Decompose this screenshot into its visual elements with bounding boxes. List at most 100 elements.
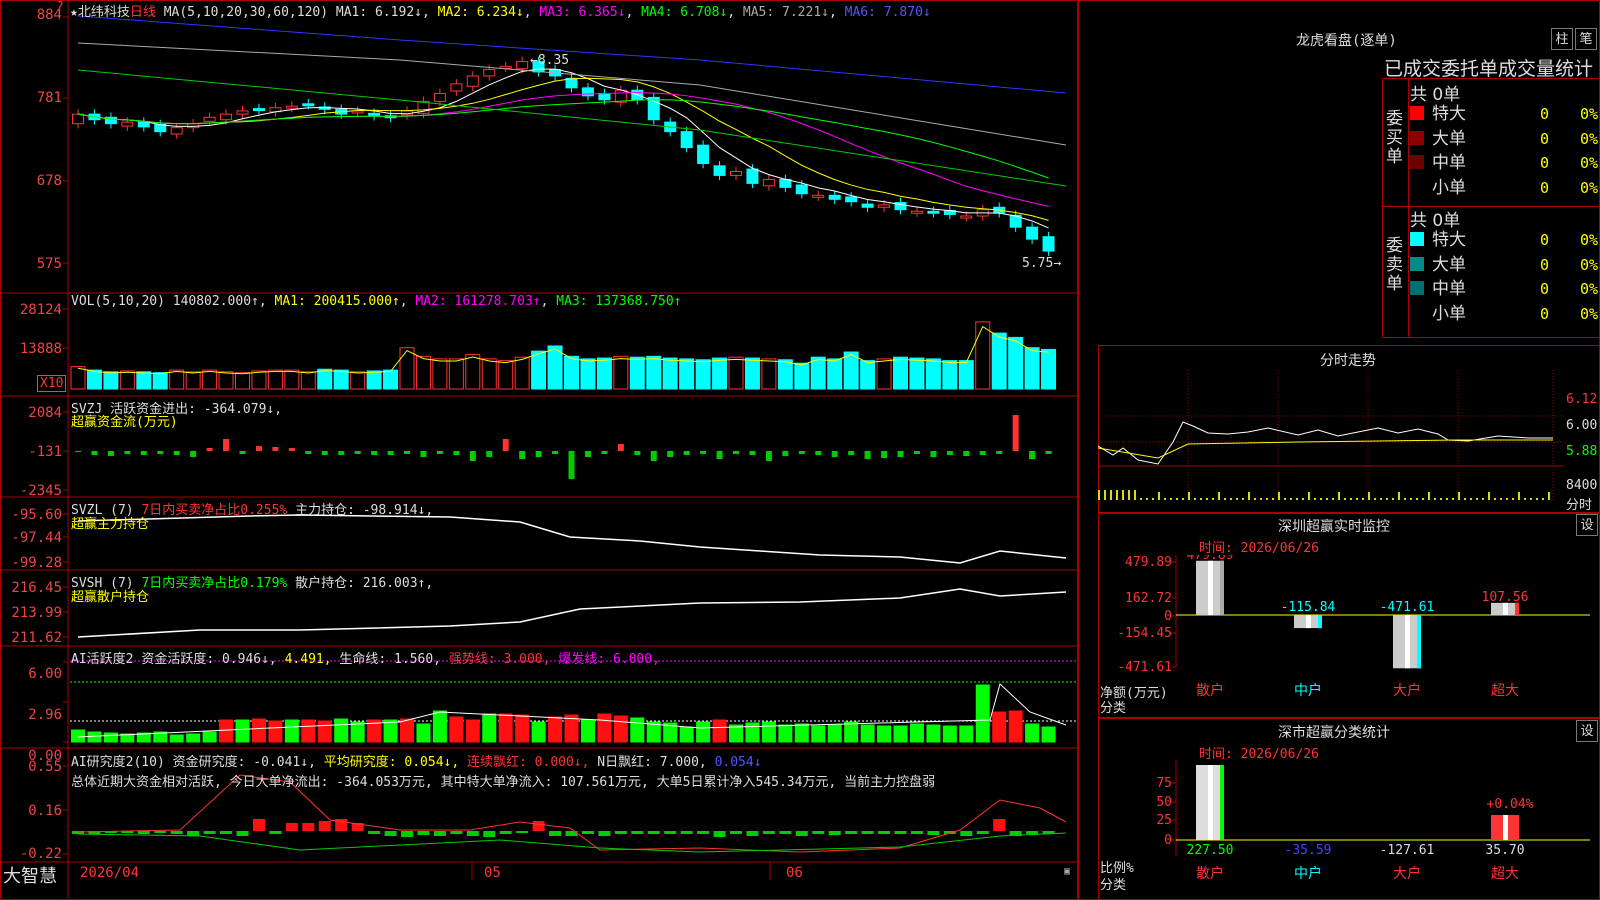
column-view-button[interactable]: 柱 bbox=[1551, 28, 1573, 50]
fund-flow-bar bbox=[288, 448, 295, 451]
volume-bar bbox=[662, 357, 678, 390]
fund-flow-bar bbox=[815, 451, 822, 455]
intraday-chart[interactable] bbox=[1098, 370, 1564, 510]
activity-bar bbox=[186, 733, 201, 743]
intraday-axis-label: 6.12 bbox=[1566, 392, 1598, 407]
fund-flow-bar bbox=[173, 451, 180, 455]
candle bbox=[795, 184, 808, 195]
monitor-bar-value: 227.50 bbox=[1187, 843, 1234, 858]
svsh-axis-label: 213.99 bbox=[11, 605, 62, 621]
fund-flow-bar bbox=[634, 451, 641, 455]
intraday-volume-bar bbox=[1530, 498, 1532, 500]
monitor-bar bbox=[1294, 615, 1322, 629]
fund-flow-bar bbox=[239, 451, 246, 454]
research-bar bbox=[976, 831, 989, 834]
class-pct-label: +0.04% bbox=[1487, 797, 1534, 812]
volume-bar bbox=[70, 366, 86, 390]
legend-swatch bbox=[1410, 155, 1424, 169]
candle bbox=[845, 196, 858, 203]
sell-row-1: 大单 0 0% bbox=[1410, 253, 1600, 277]
fund-flow-bar bbox=[255, 446, 262, 451]
monitor-bar-name: 超大 bbox=[1491, 866, 1519, 882]
legend-swatch bbox=[1410, 106, 1424, 120]
tick-view-button[interactable]: 笔 bbox=[1575, 28, 1597, 50]
research-bar bbox=[762, 831, 775, 834]
activity-bar bbox=[548, 716, 563, 743]
candle bbox=[697, 144, 710, 164]
monitor-y-label: 0 bbox=[1164, 833, 1172, 848]
volume-bar bbox=[794, 362, 810, 390]
row-label: 中单 bbox=[1432, 153, 1466, 173]
candle bbox=[812, 194, 825, 198]
row-count: 0 bbox=[1540, 154, 1550, 172]
intraday-volume-bar bbox=[1272, 498, 1274, 500]
intraday-volume-bar bbox=[1350, 498, 1352, 500]
row-label: 特大 bbox=[1432, 230, 1466, 250]
candle bbox=[927, 210, 940, 214]
volume-bar bbox=[415, 355, 431, 390]
research-bar bbox=[845, 831, 858, 834]
candle bbox=[762, 178, 775, 187]
fund-flow-bar bbox=[157, 451, 164, 454]
row-pct: 0% bbox=[1580, 105, 1599, 123]
row-label: 特大 bbox=[1432, 104, 1466, 124]
monitor-bar-highlight bbox=[1306, 615, 1311, 629]
fund-flow-bar bbox=[650, 451, 657, 461]
activity-bar bbox=[103, 732, 118, 743]
intraday-volume-bar bbox=[1182, 498, 1184, 500]
intraday-volume-bar bbox=[1284, 498, 1286, 500]
sz-monitor-settings-button[interactable]: 设 bbox=[1576, 514, 1598, 536]
fund-flow-bar bbox=[124, 451, 131, 454]
volume-bar bbox=[744, 357, 760, 390]
volume-bar bbox=[481, 358, 497, 390]
lock-icon[interactable]: ▣ bbox=[1064, 866, 1070, 877]
research-bar bbox=[236, 831, 249, 836]
monitor-bar-value: -471.61 bbox=[1380, 600, 1435, 615]
monitor-bar-value: 479.89 bbox=[1187, 555, 1234, 563]
fund-flow-bar bbox=[469, 451, 476, 461]
fund-flow-bar bbox=[700, 451, 707, 454]
volume-bar bbox=[103, 371, 119, 390]
row-label: 大单 bbox=[1432, 128, 1466, 149]
intraday-volume-bar bbox=[1446, 498, 1448, 500]
fund-flow-bar bbox=[897, 451, 904, 457]
volume-bar bbox=[317, 368, 333, 390]
intraday-volume-bar bbox=[1236, 498, 1238, 500]
sz-class-title: 深市超赢分类统计 bbox=[1278, 725, 1390, 741]
fund-flow-bar bbox=[930, 451, 937, 457]
ma-line bbox=[77, 99, 1049, 179]
volume-bar bbox=[580, 358, 596, 390]
research-bar bbox=[927, 831, 940, 835]
period-label[interactable]: 日线 bbox=[130, 5, 156, 20]
sz-class-settings-button[interactable]: 设 bbox=[1576, 720, 1598, 742]
sz-class-chart: 75 50 25 0 227.50 散户 -35.59 中户 -127.61 大户 35.70 超大 +… bbox=[1156, 760, 1590, 882]
monitor-y-label: 25 bbox=[1156, 813, 1172, 828]
fund-flow-bar bbox=[502, 439, 509, 451]
research-bar bbox=[220, 831, 233, 834]
research-bar bbox=[285, 823, 298, 831]
volume-bar bbox=[202, 369, 218, 390]
favorite-star-icon[interactable]: ★ bbox=[70, 5, 78, 20]
svzl-title: 超赢主力持仓 bbox=[71, 517, 150, 532]
intraday-volume-bar bbox=[1476, 498, 1478, 500]
monitor-bar-name: 散户 bbox=[1196, 865, 1224, 882]
activity-bar bbox=[251, 718, 266, 743]
research-bar bbox=[746, 831, 759, 836]
monitor-bar-value: 107.56 bbox=[1482, 590, 1529, 605]
main-chart-header: ★北纬科技日线 MA(5,10,20,30,60,120) MA1: 6.192… bbox=[70, 5, 931, 20]
monitor-bar-name: 大户 bbox=[1393, 682, 1421, 699]
candle bbox=[483, 69, 496, 77]
svzj-title: 超赢资金流(万元) bbox=[71, 415, 178, 430]
volume-bar bbox=[942, 360, 958, 390]
lhk-header: 已成交委托单成交量统计 bbox=[1384, 58, 1594, 80]
fund-flow-bar bbox=[765, 451, 772, 461]
stock-name: 北纬科技 bbox=[77, 5, 130, 20]
volume-bar bbox=[958, 360, 974, 390]
svsh-title: 超赢散户持仓 bbox=[71, 590, 150, 605]
activity-bar bbox=[794, 723, 809, 743]
retail-position-line bbox=[77, 588, 1067, 638]
research-bar bbox=[532, 821, 545, 831]
legend-swatch bbox=[1410, 281, 1424, 295]
intraday-vol-label: 8400 bbox=[1566, 478, 1598, 493]
intraday-title: 分时走势 bbox=[1320, 353, 1376, 369]
